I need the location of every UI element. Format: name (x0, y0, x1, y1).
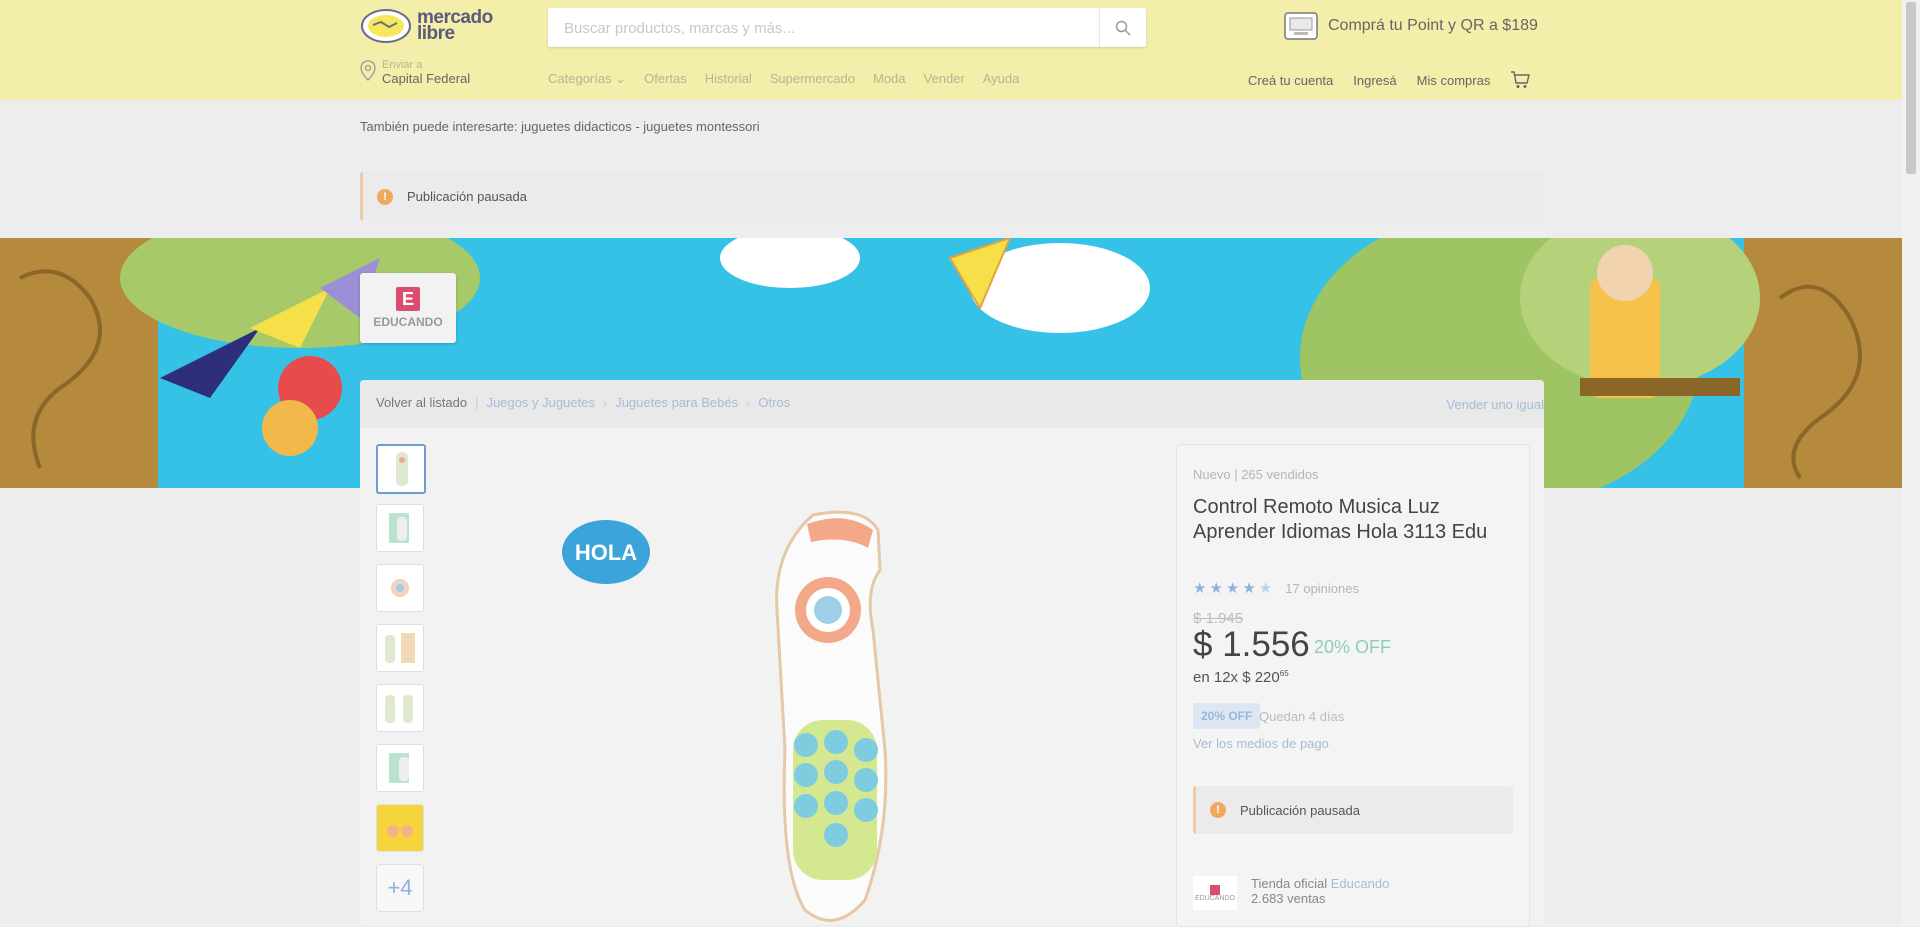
breadcrumb-divider: | (475, 395, 479, 410)
condition-text: Nuevo (1193, 467, 1231, 482)
related-links[interactable]: juguetes didacticos - juguetes montessor… (521, 119, 759, 134)
nav-moda[interactable]: Moda (873, 71, 906, 87)
search-bar (548, 8, 1146, 49)
main-nav: Categorías ⌄ Ofertas Historial Supermerc… (548, 71, 1019, 87)
account-nav: Creá tu cuenta Ingresá Mis compras (1248, 71, 1531, 89)
alert-icon: ! (377, 188, 393, 205)
installments-amount: en 12x $ 220 (1193, 669, 1280, 686)
point-promo[interactable]: Comprá tu Point y QR a $189 (1284, 12, 1538, 40)
more-images-button[interactable]: +4 (376, 864, 424, 912)
payment-methods-link[interactable]: Ver los medios de pago (1193, 736, 1329, 751)
delivery-location[interactable]: Enviar a Capital Federal (360, 60, 470, 87)
thumbnail-image (385, 695, 413, 723)
nav-vender[interactable]: Vender (924, 71, 965, 87)
condition-sold: Nuevo | 265 vendidos (1193, 467, 1319, 482)
paused-alert-sidebar-text: Publicación pausada (1240, 802, 1360, 818)
installments: en 12x $ 22065 (1193, 669, 1289, 686)
breadcrumb: Volver al listado | Juegos y Juguetes › … (376, 395, 790, 410)
product-main-image[interactable]: HOLA (545, 510, 995, 925)
mercadolibre-logo[interactable]: mercado libre (361, 8, 493, 44)
seller-line: Tienda oficial Educando (1251, 876, 1389, 891)
header: mercado libre Comprá tu Point y QR a $18… (0, 0, 1902, 100)
star-icon: ★ (1225, 580, 1240, 597)
nav-historial[interactable]: Historial (705, 71, 752, 87)
location-pin-icon (360, 60, 376, 81)
paused-alert: ! Publicación pausada (360, 172, 1544, 221)
login-link[interactable]: Ingresá (1353, 73, 1396, 88)
point-device-icon (1284, 12, 1318, 40)
product-card: Volver al listado | Juegos y Juguetes › … (360, 380, 1544, 927)
opinions-count[interactable]: 17 opiniones (1285, 581, 1359, 596)
breadcrumb-item[interactable]: Juegos y Juguetes (486, 395, 594, 410)
breadcrumb-item[interactable]: Otros (758, 395, 790, 410)
thumbnail-image (385, 633, 415, 663)
related-label: También puede interesarte: (360, 119, 518, 134)
related-searches: También puede interesarte: juguetes dida… (360, 119, 760, 134)
paused-alert-sidebar: ! Publicación pausada (1193, 786, 1513, 834)
seller-logo-icon: EDUCANDO (1193, 876, 1237, 910)
chevron-down-icon: ⌄ (615, 71, 627, 86)
seller-info[interactable]: EDUCANDO Tienda oficial Educando 2.683 v… (1193, 876, 1389, 910)
seller-sales: 2.683 ventas (1251, 891, 1326, 906)
thumbnail[interactable] (376, 624, 424, 672)
search-input[interactable] (562, 8, 1086, 49)
paused-alert-text: Publicación pausada (407, 189, 527, 204)
star-icon: ★ (1242, 580, 1256, 597)
back-to-list-link[interactable]: Volver al listado (376, 395, 467, 410)
scrollbar[interactable] (1902, 0, 1920, 925)
thumbnail[interactable] (376, 684, 424, 732)
search-button[interactable] (1099, 8, 1146, 47)
breadcrumb-item[interactable]: Juguetes para Bebés (615, 395, 738, 410)
discount-badge: 20% OFF (1193, 703, 1261, 729)
brand-logo-text: HOLA (575, 540, 637, 565)
sell-same-link[interactable]: Vender uno igual (1446, 397, 1544, 412)
seller-prefix: Tienda oficial (1251, 876, 1328, 891)
thumbnail-image (389, 513, 409, 543)
product-title: Control Remoto Musica Luz Aprender Idiom… (1193, 496, 1488, 543)
thumbnail[interactable] (376, 504, 424, 552)
purchase-panel: Nuevo | 265 vendidos Control Remoto Musi… (1176, 444, 1530, 927)
current-price: $ 1.556 (1193, 625, 1310, 664)
sold-count: 265 vendidos (1241, 467, 1319, 482)
thumbnail[interactable] (376, 744, 424, 792)
discount-label: 20% OFF (1314, 637, 1392, 657)
scrollbar-thumb[interactable] (1906, 2, 1916, 174)
thumbnail-image (396, 452, 408, 486)
days-left: Quedan 4 días (1259, 709, 1345, 724)
chevron-right-icon: › (602, 395, 608, 410)
alert-icon: ! (1210, 802, 1226, 818)
logo-line2: libre (417, 23, 455, 44)
installments-cents: 65 (1279, 669, 1289, 678)
thumbnail-image (391, 579, 409, 597)
star-icon: ★ (1193, 580, 1207, 597)
half-star-icon: ★ (1258, 580, 1273, 597)
thumbnail[interactable] (376, 444, 426, 494)
chevron-right-icon: › (746, 395, 751, 410)
nav-categorias-label: Categorías (548, 71, 612, 86)
nav-categorias[interactable]: Categorías ⌄ (548, 71, 626, 87)
star-icon: ★ (1209, 580, 1223, 597)
nav-ofertas[interactable]: Ofertas (644, 71, 687, 87)
rating[interactable]: ★ ★ ★ ★ ★ 17 opiniones (1193, 579, 1359, 597)
seller-name-link[interactable]: Educando (1331, 876, 1390, 891)
store-logo-name: EDUCANDO (373, 315, 443, 329)
nav-ayuda[interactable]: Ayuda (983, 71, 1020, 87)
location-value: Capital Federal (382, 71, 471, 86)
my-purchases-link[interactable]: Mis compras (1417, 73, 1491, 88)
thumbnail-image (377, 805, 423, 851)
create-account-link[interactable]: Creá tu cuenta (1248, 73, 1333, 88)
store-logo[interactable]: E EDUCANDO (360, 273, 456, 343)
cart-icon[interactable] (1510, 71, 1531, 89)
promo-text: Comprá tu Point y QR a $189 (1328, 17, 1538, 34)
thumbnail-image (389, 753, 409, 783)
thumbnail[interactable] (376, 564, 424, 612)
nav-supermercado[interactable]: Supermercado (770, 71, 855, 87)
store-logo-letter: E (396, 287, 420, 311)
location-label: Enviar a (382, 59, 423, 71)
thumbnail[interactable] (376, 804, 424, 852)
handshake-logo-icon (361, 9, 411, 43)
search-icon (1115, 20, 1131, 36)
